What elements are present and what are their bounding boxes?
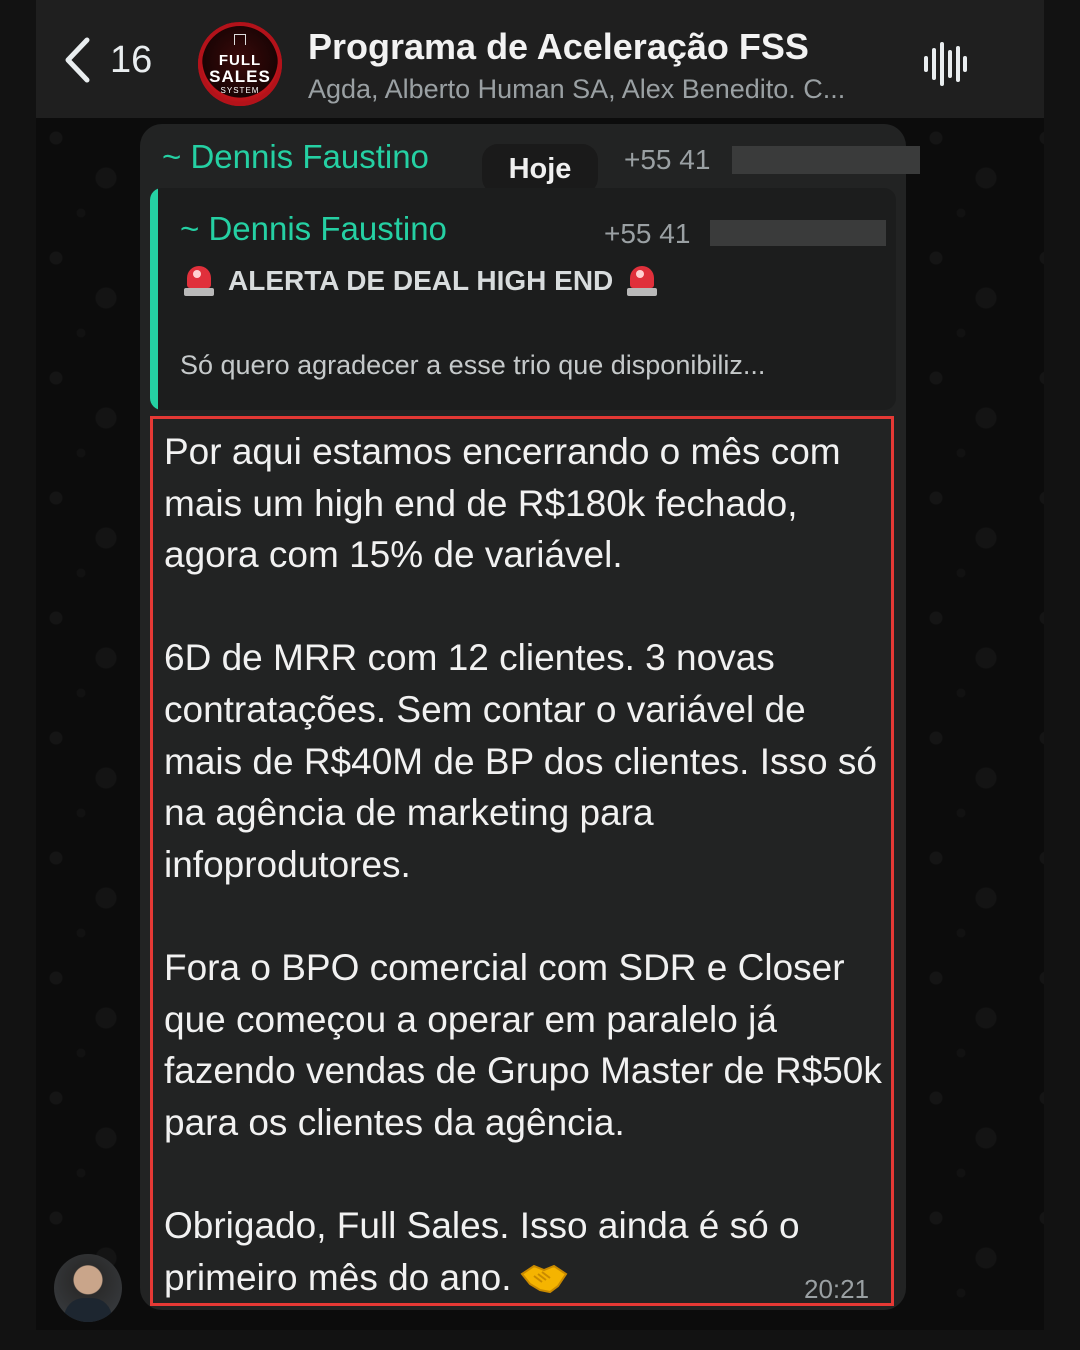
chat-window: 16 FULL SALES SYSTEM Programa de Acelera… [36, 0, 1044, 1330]
group-info[interactable]: Programa de Aceleração FSS Agda, Alberto… [308, 26, 908, 105]
quoted-title: ALERTA DE DEAL HIGH END [228, 265, 614, 296]
quoted-sender-name: ~ Dennis Faustino [180, 210, 447, 247]
group-avatar[interactable]: FULL SALES SYSTEM [198, 22, 282, 106]
message-body: Por aqui estamos encerrando o mês com ma… [164, 426, 894, 1303]
chevron-left-icon [65, 37, 90, 83]
quoted-preview: Só quero agradecer a esse trio que dispo… [180, 350, 766, 380]
quoted-sender-phone: +55 41 [604, 218, 691, 249]
group-title: Programa de Aceleração FSS [308, 26, 809, 67]
sender-name[interactable]: ~ Dennis Faustino [162, 138, 429, 176]
sender-avatar[interactable] [54, 1254, 122, 1322]
siren-icon [627, 264, 658, 298]
message-paragraph-last: Obrigado, Full Sales. Isso ainda é só o … [164, 1204, 800, 1298]
quoted-message[interactable]: ~ Dennis Faustino +55 41 ALERTA DE DEAL … [150, 188, 896, 410]
unread-count: 16 [110, 38, 153, 81]
message-paragraph: 6D de MRR com 12 clientes. 3 novas contr… [164, 637, 877, 885]
date-pill: Hoje [482, 144, 598, 194]
sender-phone: +55 41 [624, 144, 711, 175]
quote-accent-bar [150, 188, 158, 410]
audio-waveform-icon[interactable] [922, 40, 968, 88]
phone-redaction [710, 220, 886, 246]
quoted-title-row: ALERTA DE DEAL HIGH END [184, 264, 658, 298]
message-time: 20:21 [804, 1274, 870, 1304]
group-members: Agda, Alberto Human SA, Alex Benedito. C… [308, 74, 846, 104]
back-button[interactable]: 16 [62, 36, 152, 84]
logo-tower-icon [234, 33, 246, 45]
chat-header: 16 FULL SALES SYSTEM Programa de Acelera… [36, 0, 1044, 118]
handshake-icon [520, 1264, 567, 1293]
message-paragraph: Por aqui estamos encerrando o mês com ma… [164, 431, 841, 576]
phone-redaction [732, 146, 920, 174]
message-paragraph: Fora o BPO comercial com SDR e Closer qu… [164, 946, 882, 1143]
siren-icon [184, 264, 214, 298]
